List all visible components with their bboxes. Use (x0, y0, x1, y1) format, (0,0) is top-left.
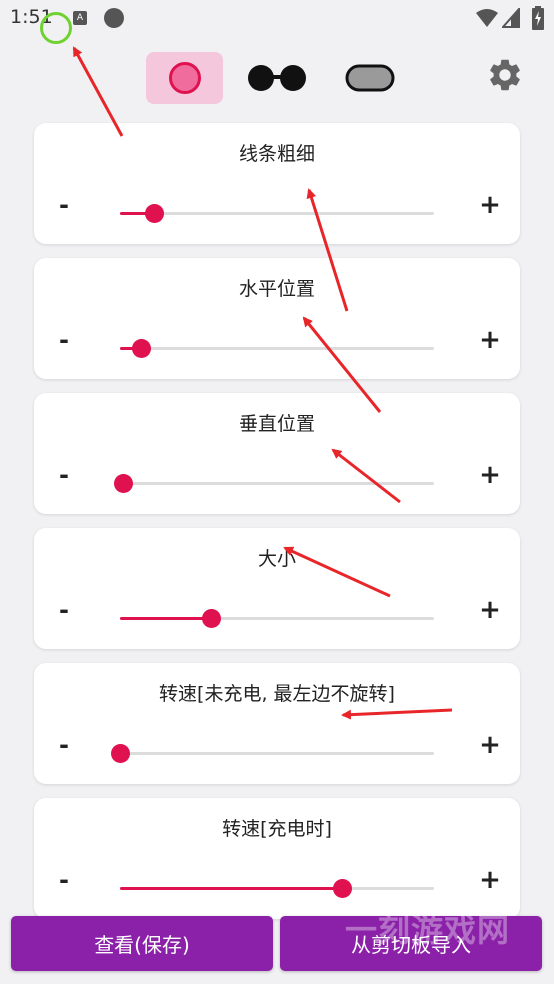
size-slider[interactable] (120, 609, 434, 628)
status-bar: 1:51 A (0, 0, 554, 44)
vertical-position-plus-button[interactable]: + (478, 462, 502, 488)
horizontal-position-slider[interactable] (120, 339, 434, 358)
horizontal-position-minus-button[interactable]: - (56, 328, 72, 352)
notification-dot-icon (104, 8, 124, 28)
speed-uncharged-plus-button[interactable]: + (478, 732, 502, 758)
size-plus-button[interactable]: + (478, 597, 502, 623)
shape-circle-button[interactable] (146, 52, 223, 104)
line-width-title: 线条粗细 (238, 143, 315, 165)
battery-charging-icon (532, 6, 544, 30)
vertical-position-slider[interactable] (113, 474, 434, 493)
line-width-slider[interactable] (120, 204, 434, 223)
settings-gear-icon[interactable] (486, 56, 524, 94)
size-minus-button[interactable]: - (56, 598, 72, 622)
speed-charging-plus-button[interactable]: + (478, 867, 502, 893)
slider-card-speed-uncharged: 转速[未充电, 最左边不旋转] - + (34, 663, 520, 784)
view-save-button[interactable]: 查看(保存) (11, 916, 273, 971)
shape-pill-button[interactable] (338, 52, 402, 104)
speed-uncharged-minus-button[interactable]: - (56, 733, 72, 757)
circle-shape-icon (168, 62, 201, 94)
speed-uncharged-slider[interactable] (110, 744, 434, 763)
slider-thumb[interactable] (333, 879, 353, 898)
speed-charging-title: 转速[充电时] (222, 818, 332, 840)
size-title: 大小 (257, 548, 296, 570)
slider-card-horizontal-position: 水平位置 - + (34, 258, 520, 379)
slider-fill (120, 887, 343, 890)
ring-overlay-icon (40, 12, 72, 44)
slider-card-line-width: 线条粗细 - + (34, 123, 520, 244)
slider-fill (120, 617, 212, 620)
line-width-plus-button[interactable]: + (478, 192, 502, 218)
speed-charging-minus-button[interactable]: - (56, 868, 72, 892)
vertical-position-minus-button[interactable]: - (56, 463, 72, 487)
slider-card-size: 大小 - + (34, 528, 520, 649)
vertical-position-title: 垂直位置 (238, 413, 315, 435)
speed-uncharged-title: 转速[未充电, 最左边不旋转] (159, 683, 395, 705)
signal-icon (502, 8, 520, 28)
slider-thumb[interactable] (132, 339, 152, 358)
slider-card-vertical-position: 垂直位置 - + (34, 393, 520, 514)
speed-charging-slider[interactable] (120, 879, 434, 898)
pill-shape-icon (345, 64, 395, 92)
slider-card-speed-charging: 转速[充电时] - + (34, 798, 520, 919)
line-width-minus-button[interactable]: - (56, 193, 72, 217)
slider-thumb[interactable] (110, 744, 130, 763)
slider-thumb[interactable] (201, 609, 221, 628)
horizontal-position-title: 水平位置 (238, 278, 315, 300)
watermark-text: 一刻游戏网 (345, 911, 511, 949)
horizontal-position-plus-button[interactable]: + (478, 327, 502, 353)
notification-a-icon: A (73, 11, 87, 25)
slider-thumb[interactable] (145, 204, 165, 223)
wifi-icon (476, 9, 498, 27)
slider-thumb[interactable] (113, 474, 133, 493)
glasses-shape-icon (248, 65, 306, 91)
shape-glasses-button[interactable] (242, 52, 312, 104)
